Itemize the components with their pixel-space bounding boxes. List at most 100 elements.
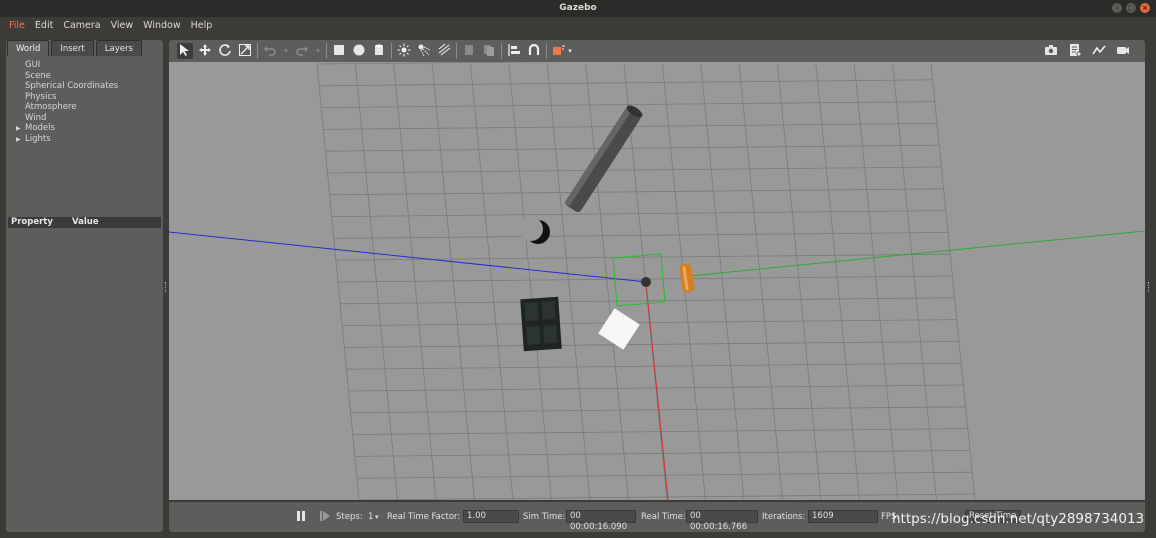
- iterations-label: Iterations:: [762, 512, 806, 522]
- grid-line: [892, 63, 937, 500]
- sim-time-label: Sim Time:: [523, 512, 566, 522]
- screenshot-icon[interactable]: [1043, 43, 1059, 59]
- tab-layers[interactable]: Layers: [95, 40, 142, 56]
- tree-item-spherical-coordinates[interactable]: Spherical Coordinates: [25, 81, 118, 91]
- scene-render[interactable]: [169, 62, 1145, 500]
- menu-bar: File Edit Camera View Window Help: [0, 17, 1156, 35]
- selection-bounding-box[interactable]: [612, 253, 666, 307]
- rotate-icon[interactable]: [217, 43, 233, 59]
- toolbar-separator: [257, 43, 258, 59]
- scene-viewport[interactable]: [169, 62, 1145, 500]
- redo-icon[interactable]: [294, 43, 310, 59]
- directional-light-icon[interactable]: [436, 43, 452, 59]
- tree-item-gui[interactable]: GUI: [25, 60, 40, 70]
- value-column-header: Value: [72, 217, 99, 227]
- cylinder-icon[interactable]: [371, 43, 387, 59]
- property-table-header: Property Value: [8, 217, 161, 228]
- grid-line: [700, 63, 745, 500]
- grey-cylinder-model[interactable]: [564, 103, 644, 213]
- align-icon[interactable]: [506, 43, 522, 59]
- tree-item-atmosphere[interactable]: Atmosphere: [25, 102, 76, 112]
- iterations-field: 1609: [808, 510, 878, 523]
- grid-line: [393, 63, 437, 500]
- step-icon[interactable]: [319, 510, 331, 525]
- sphere-icon[interactable]: [351, 43, 367, 59]
- grid-line: [930, 63, 976, 500]
- minimize-button[interactable]: –: [1112, 3, 1122, 13]
- toolbar-separator: [456, 43, 457, 59]
- undo-dropdown-icon[interactable]: ▾: [282, 43, 290, 59]
- steps-label: Steps:: [336, 512, 363, 522]
- point-light-icon[interactable]: [396, 43, 412, 59]
- close-button[interactable]: ×: [1140, 3, 1150, 13]
- menu-view[interactable]: View: [106, 17, 139, 35]
- view-angle-dropdown-icon[interactable]: ▾: [566, 43, 574, 59]
- paste-icon[interactable]: [481, 43, 497, 59]
- tree-item-wind[interactable]: Wind: [25, 113, 46, 123]
- menu-window[interactable]: Window: [138, 17, 185, 35]
- grid-line: [738, 63, 783, 500]
- menu-file[interactable]: File: [4, 17, 30, 35]
- panel-tabs: World Insert Layers: [7, 40, 144, 57]
- menu-edit[interactable]: Edit: [30, 17, 58, 35]
- menu-help[interactable]: Help: [186, 17, 218, 35]
- log-icon[interactable]: [1067, 43, 1083, 59]
- expand-arrow-icon[interactable]: ▶: [16, 136, 21, 143]
- real-time-factor-label: Real Time Factor:: [387, 512, 461, 522]
- maximize-button[interactable]: □: [1126, 3, 1136, 13]
- snap-icon[interactable]: [526, 43, 542, 59]
- pause-icon[interactable]: [295, 510, 307, 525]
- watermark-text: https://blog.csdn.net/qty2898734013: [892, 511, 1145, 527]
- box-icon[interactable]: [331, 43, 347, 59]
- grid-line: [546, 63, 591, 500]
- steps-value[interactable]: 1: [368, 512, 373, 522]
- z-axis-line: [169, 231, 648, 283]
- orange-can-model[interactable]: [679, 263, 695, 293]
- right-splitter-handle[interactable]: [1148, 282, 1150, 292]
- translate-icon[interactable]: [197, 43, 213, 59]
- window-title: Gazebo: [559, 3, 597, 13]
- grid-line: [853, 63, 899, 500]
- redo-dropdown-icon[interactable]: ▾: [314, 43, 322, 59]
- menu-camera[interactable]: Camera: [58, 17, 105, 35]
- grid-line: [470, 63, 514, 500]
- left-splitter-handle[interactable]: [165, 282, 167, 292]
- toolbar: ▾ ▾ ▾: [169, 40, 1145, 62]
- gazebo-window: Gazebo – □ × File Edit Camera View Windo…: [0, 0, 1156, 538]
- tree-item-scene[interactable]: Scene: [25, 71, 51, 81]
- y-axis-line: [688, 230, 1145, 277]
- select-arrow-icon[interactable]: [177, 43, 193, 59]
- video-record-icon[interactable]: [1115, 43, 1131, 59]
- real-time-field: 00 00:00:16.766: [686, 510, 758, 532]
- property-column-header: Property: [11, 217, 53, 227]
- toolbar-separator: [546, 43, 547, 59]
- sim-time-field: 00 00:00:16.090: [566, 510, 636, 532]
- tab-world[interactable]: World: [7, 40, 50, 56]
- tree-item-physics[interactable]: Physics: [25, 92, 56, 102]
- crescent-model[interactable]: [519, 217, 550, 244]
- view-angle-icon[interactable]: [551, 43, 567, 59]
- grid-line: [316, 62, 563, 65]
- grid-line: [431, 63, 475, 500]
- tab-insert[interactable]: Insert: [51, 40, 94, 56]
- grid-line: [777, 63, 822, 500]
- plot-icon[interactable]: [1091, 43, 1107, 59]
- spot-light-icon[interactable]: [416, 43, 432, 59]
- steps-dropdown-icon[interactable]: ▾: [375, 513, 379, 521]
- x-axis-line: [645, 282, 669, 500]
- white-box-model[interactable]: [598, 308, 640, 350]
- toolbar-separator: [391, 43, 392, 59]
- copy-icon[interactable]: [461, 43, 477, 59]
- toolbar-separator: [501, 43, 502, 59]
- scale-icon[interactable]: [237, 43, 253, 59]
- toolbar-right-group: [1043, 43, 1135, 59]
- real-time-label: Real Time:: [641, 512, 686, 522]
- selected-model-origin[interactable]: [641, 277, 651, 287]
- grid-line: [815, 63, 860, 500]
- grid-line: [508, 63, 552, 500]
- expand-arrow-icon[interactable]: ▶: [16, 125, 21, 132]
- dark-box-model[interactable]: [520, 296, 562, 352]
- undo-icon[interactable]: [262, 43, 278, 59]
- tree-item-lights[interactable]: Lights: [25, 134, 51, 144]
- tree-item-models[interactable]: Models: [25, 123, 55, 133]
